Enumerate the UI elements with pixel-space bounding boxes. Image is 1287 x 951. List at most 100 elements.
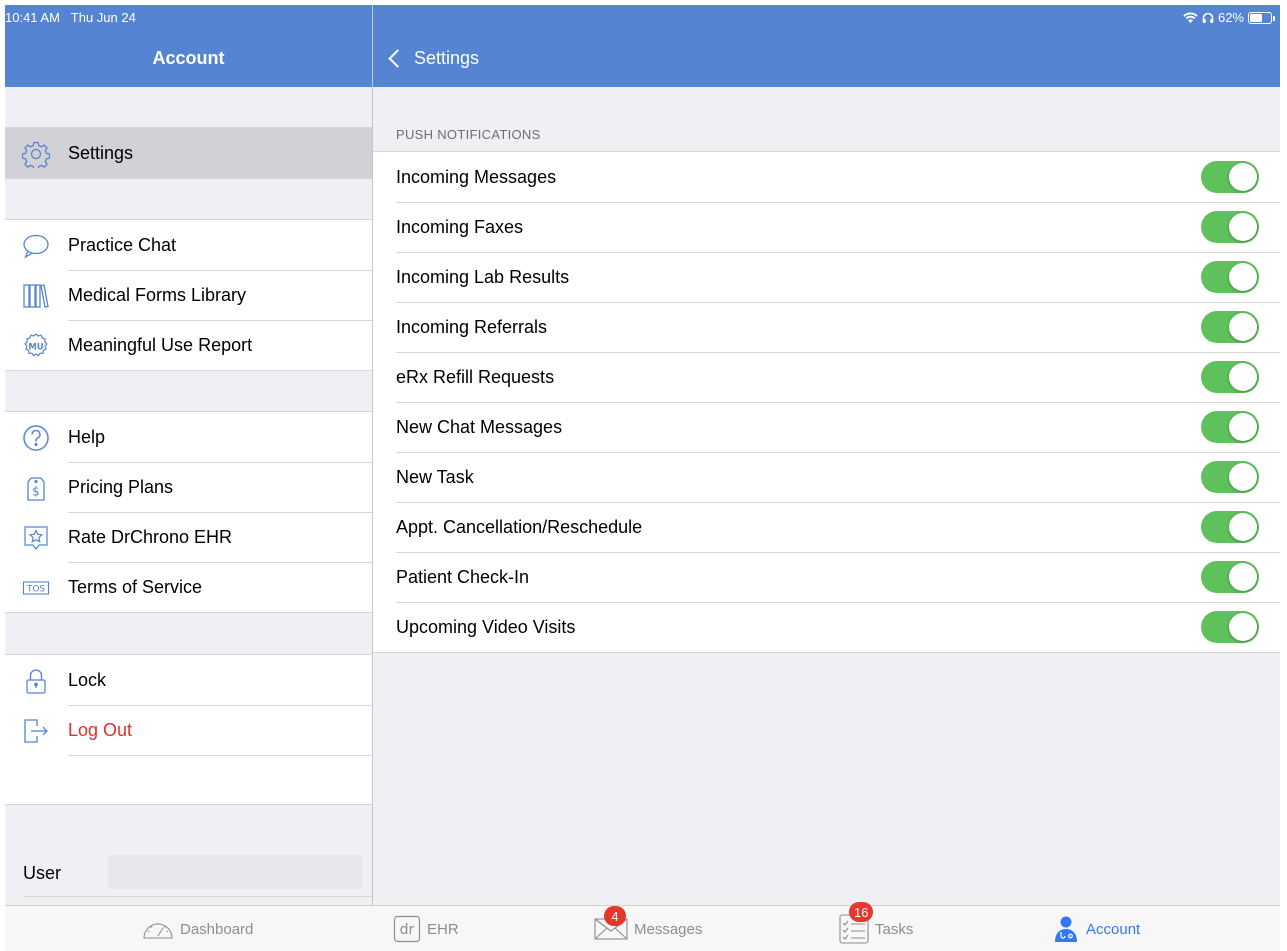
divider bbox=[23, 896, 372, 897]
battery-icon bbox=[1248, 11, 1275, 24]
setting-new-task: New Task bbox=[373, 452, 1280, 502]
toggle-knob bbox=[1229, 263, 1257, 291]
toggle-incoming-lab-results[interactable] bbox=[1201, 261, 1259, 293]
sidebar-item-lock[interactable]: Lock bbox=[5, 655, 372, 705]
sidebar-group-session: Lock Log Out bbox=[5, 654, 372, 805]
app-frame: 10:41 AM Thu Jun 24 62% Account Settings… bbox=[5, 5, 1280, 951]
star-icon bbox=[22, 524, 50, 552]
setting-label: Incoming Faxes bbox=[396, 216, 524, 237]
tab-dashboard[interactable]: Dashboard bbox=[142, 906, 253, 951]
settings-panel: PUSH NOTIFICATIONS Incoming Messages Inc… bbox=[373, 87, 1280, 905]
setting-appt-cancellation: Appt. Cancellation/Reschedule bbox=[373, 502, 1280, 552]
toggle-new-task[interactable] bbox=[1201, 461, 1259, 493]
setting-incoming-faxes: Incoming Faxes bbox=[373, 202, 1280, 252]
chat-bubble-icon bbox=[22, 232, 50, 260]
tab-label: EHR bbox=[427, 920, 459, 938]
sidebar-item-practice-chat[interactable]: Practice Chat bbox=[5, 220, 372, 270]
toggle-knob bbox=[1229, 363, 1257, 391]
sidebar-item-label: Lock bbox=[68, 669, 107, 690]
sidebar-item-pricing-plans[interactable]: $ Pricing Plans bbox=[5, 462, 372, 512]
status-indicators: 62% bbox=[1183, 10, 1275, 25]
sidebar-item-meaningful-use-report[interactable]: MU Meaningful Use Report bbox=[5, 320, 372, 370]
toggle-new-chat-messages[interactable] bbox=[1201, 411, 1259, 443]
sidebar-item-terms-of-service[interactable]: TOS Terms of Service bbox=[5, 562, 372, 612]
toggle-knob bbox=[1229, 163, 1257, 191]
tab-label: Tasks bbox=[875, 920, 914, 938]
speedometer-icon bbox=[142, 917, 174, 941]
svg-text:MU: MU bbox=[28, 343, 43, 353]
sidebar-item-label: Meaningful Use Report bbox=[68, 334, 253, 355]
section-header: PUSH NOTIFICATIONS bbox=[396, 127, 541, 142]
tab-ehr[interactable]: dr EHR bbox=[393, 906, 459, 951]
setting-new-chat-messages: New Chat Messages bbox=[373, 402, 1280, 452]
svg-text:$: $ bbox=[32, 485, 40, 499]
sidebar-item-settings[interactable]: Settings bbox=[5, 128, 372, 178]
setting-label: Incoming Lab Results bbox=[396, 266, 570, 287]
user-value-field bbox=[108, 855, 362, 889]
question-icon bbox=[22, 424, 50, 452]
sidebar-item-log-out[interactable]: Log Out bbox=[5, 705, 372, 755]
back-button[interactable]: Settings bbox=[387, 48, 479, 69]
price-tag-icon: $ bbox=[22, 474, 50, 502]
status-time: 10:41 AM Thu Jun 24 bbox=[5, 10, 136, 25]
sidebar-group-settings: Settings bbox=[5, 127, 372, 179]
mu-badge-icon: MU bbox=[22, 332, 50, 360]
sidebar-group-support: Help $ Pricing Plans Rate DrChrono EHR T… bbox=[5, 411, 372, 613]
chevron-left-icon bbox=[388, 49, 407, 68]
toggle-patient-check-in[interactable] bbox=[1201, 561, 1259, 593]
setting-upcoming-video-visits: Upcoming Video Visits bbox=[373, 602, 1280, 652]
sidebar-item-help[interactable]: Help bbox=[5, 412, 372, 462]
toggle-incoming-faxes[interactable] bbox=[1201, 211, 1259, 243]
sidebar-item-label: Medical Forms Library bbox=[68, 284, 247, 305]
setting-label: New Task bbox=[396, 466, 474, 487]
tab-messages[interactable]: 4 Messages bbox=[594, 906, 702, 951]
dr-logo-icon: dr bbox=[393, 915, 421, 943]
sidebar-item-label: Rate DrChrono EHR bbox=[68, 526, 233, 547]
back-button-label: Settings bbox=[414, 48, 480, 68]
doctor-icon bbox=[1052, 915, 1080, 943]
sidebar-empty-row bbox=[5, 755, 372, 805]
toggle-erx-refill-requests[interactable] bbox=[1201, 361, 1259, 393]
toggle-knob bbox=[1229, 613, 1257, 641]
toggle-knob bbox=[1229, 313, 1257, 341]
toggle-incoming-messages[interactable] bbox=[1201, 161, 1259, 193]
tab-tasks[interactable]: 16 Tasks bbox=[839, 902, 914, 951]
tab-label: Dashboard bbox=[180, 920, 254, 938]
toggle-knob bbox=[1229, 563, 1257, 591]
sidebar-item-label: Help bbox=[68, 426, 106, 447]
tab-label: Messages bbox=[634, 920, 703, 938]
setting-label: New Chat Messages bbox=[396, 416, 563, 437]
setting-label: Patient Check-In bbox=[396, 566, 530, 587]
envelope-icon: 4 bbox=[594, 906, 628, 940]
tos-icon: TOS bbox=[22, 574, 50, 602]
status-bar: 10:41 AM Thu Jun 24 62% bbox=[5, 5, 1280, 30]
sidebar-item-label: Terms of Service bbox=[68, 576, 203, 597]
user-label: User bbox=[23, 863, 62, 883]
sidebar: Settings Practice Chat Medical Forms Lib… bbox=[5, 87, 372, 905]
logout-icon bbox=[22, 717, 50, 745]
sidebar-item-rate-app[interactable]: Rate DrChrono EHR bbox=[5, 512, 372, 562]
library-icon bbox=[22, 282, 50, 310]
toggle-appt-cancellation[interactable] bbox=[1201, 511, 1259, 543]
toggle-knob bbox=[1229, 463, 1257, 491]
checklist-icon: 16 bbox=[839, 902, 874, 944]
battery-percent: 62% bbox=[1217, 10, 1244, 25]
sidebar-title: Account bbox=[152, 48, 225, 68]
toggle-knob bbox=[1229, 213, 1257, 241]
wifi-icon bbox=[1183, 12, 1198, 23]
toggle-incoming-referrals[interactable] bbox=[1201, 311, 1259, 343]
sidebar-item-label: Practice Chat bbox=[68, 234, 177, 255]
sidebar-item-label: Log Out bbox=[68, 719, 133, 740]
sidebar-item-label: Pricing Plans bbox=[68, 476, 174, 497]
setting-label: Upcoming Video Visits bbox=[396, 616, 576, 637]
push-notification-list: Incoming Messages Incoming Faxes Incomin… bbox=[373, 151, 1280, 653]
split-divider bbox=[372, 5, 373, 905]
tab-account[interactable]: Account bbox=[1052, 906, 1140, 951]
toggle-upcoming-video-visits[interactable] bbox=[1201, 611, 1259, 643]
svg-text:dr: dr bbox=[400, 922, 415, 938]
gear-icon bbox=[22, 140, 50, 168]
setting-label: Incoming Referrals bbox=[396, 316, 548, 337]
sidebar-item-label: Settings bbox=[68, 142, 134, 163]
sidebar-group-tools: Practice Chat Medical Forms Library MU M… bbox=[5, 219, 372, 371]
sidebar-item-medical-forms-library[interactable]: Medical Forms Library bbox=[5, 270, 372, 320]
